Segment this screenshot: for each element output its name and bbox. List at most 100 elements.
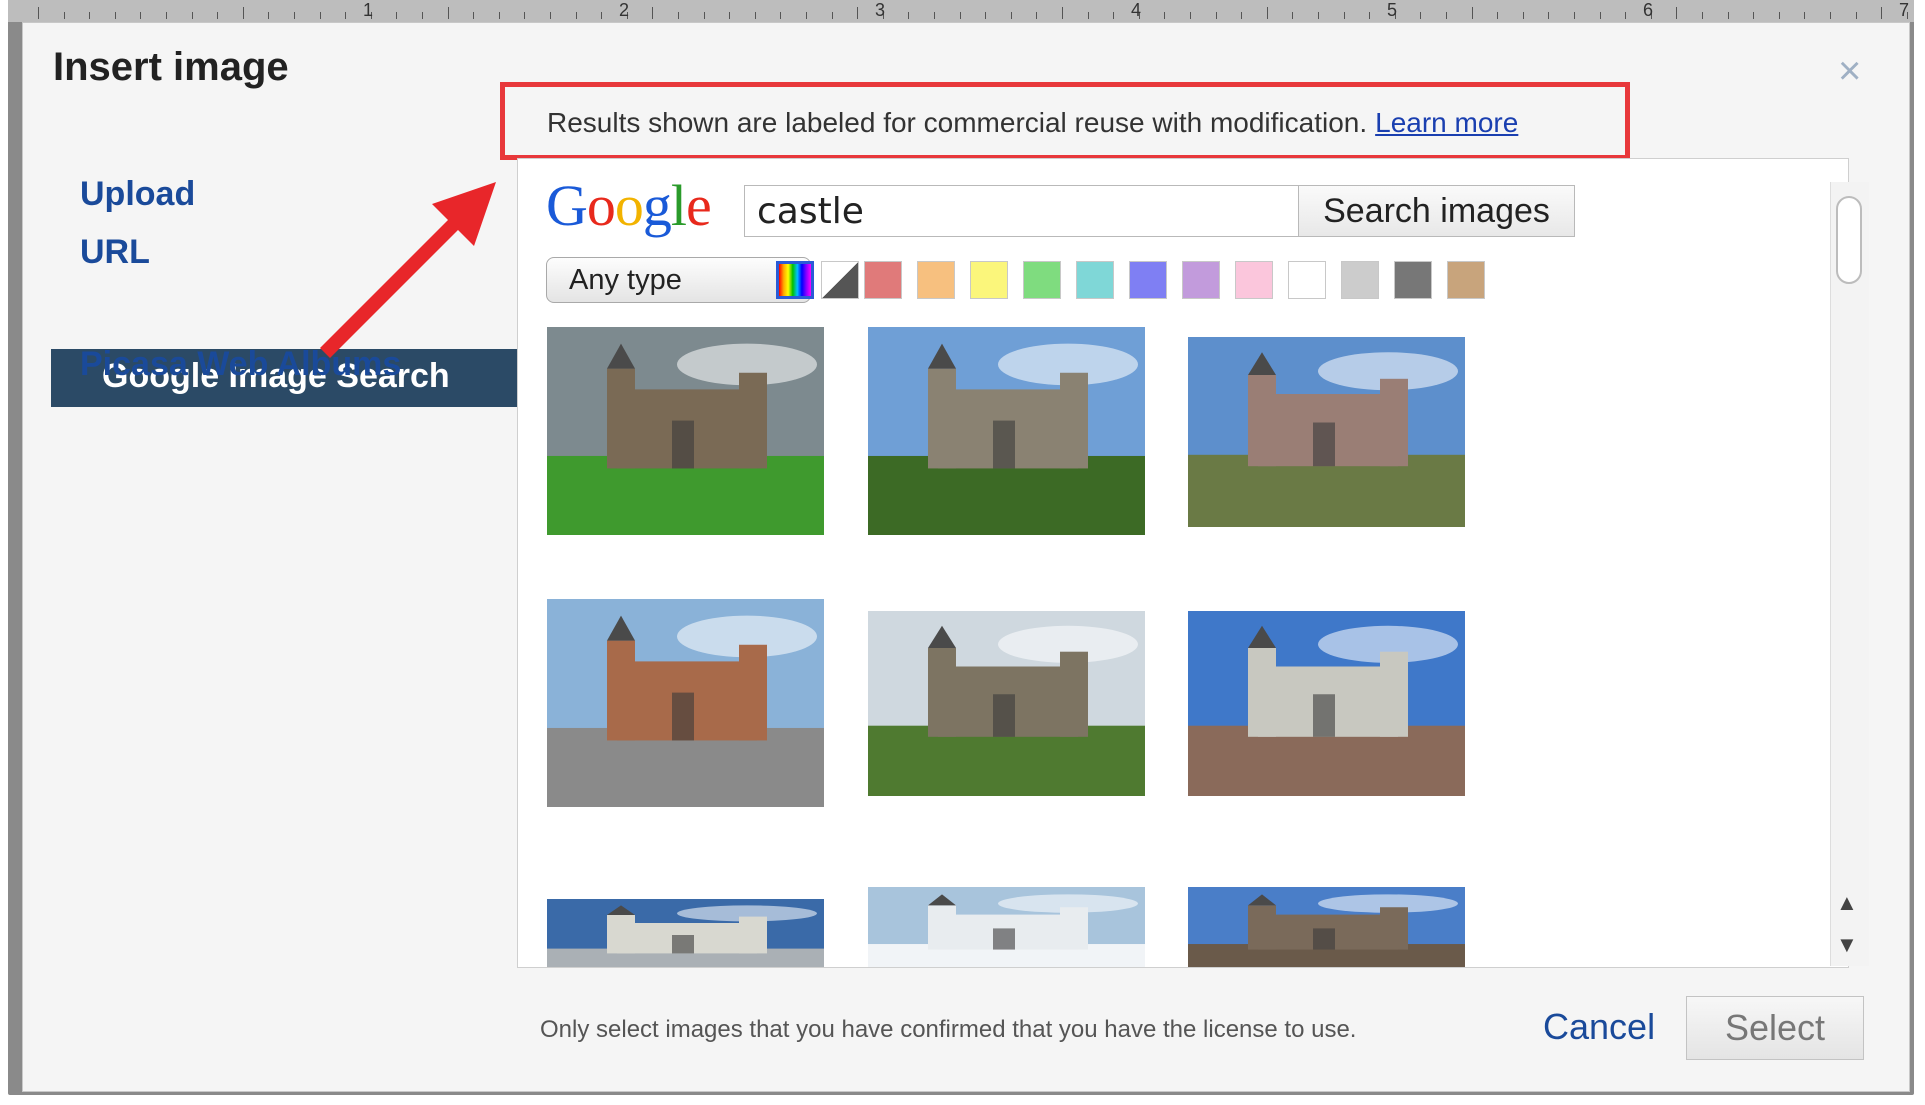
ruler-tick (1676, 7, 1678, 19)
ruler-tick (780, 12, 782, 19)
castle-result-8[interactable] (868, 887, 1145, 967)
ruler-tick (1369, 12, 1371, 19)
color-filter-swatch[interactable] (1182, 261, 1220, 299)
ruler-number: 5 (1387, 0, 1398, 20)
castle-result-2[interactable] (868, 327, 1145, 535)
google-logo-letter: G (546, 173, 588, 238)
ruler-tick (1625, 12, 1627, 19)
castle-result-4[interactable] (547, 599, 824, 807)
ruler-tick (217, 12, 219, 19)
scroll-up-icon[interactable]: ▲ (1836, 890, 1858, 916)
ruler-tick (1113, 12, 1115, 19)
color-filter-any[interactable] (776, 261, 814, 299)
ruler-tick (294, 12, 295, 19)
color-filter-swatch[interactable] (917, 261, 955, 299)
google-logo-letter: o (586, 173, 616, 238)
ruler-tick (1830, 12, 1831, 19)
ruler-tick (1292, 12, 1294, 19)
license-disclaimer: Only select images that you have confirm… (540, 1016, 1357, 1043)
ruler-tick (1727, 12, 1729, 19)
close-icon[interactable]: × (1838, 51, 1861, 91)
color-filter-black-white[interactable] (821, 261, 859, 299)
ruler-tick (601, 12, 603, 19)
ruler-tick (524, 12, 526, 19)
ruler-tick (652, 7, 654, 19)
ruler-tick (38, 7, 39, 19)
google-logo-letter: e (686, 173, 712, 238)
ruler-tick (1446, 12, 1447, 19)
ruler-number: 7 (1899, 0, 1910, 20)
ruler-tick (729, 12, 731, 19)
image-type-select[interactable]: Any type ▲▼ (546, 257, 811, 303)
ruler-tick (114, 12, 116, 19)
castle-result-6[interactable] (1188, 611, 1465, 796)
scroll-down-icon[interactable]: ▼ (1836, 932, 1858, 958)
ruler-tick (1062, 7, 1063, 19)
castle-result-9[interactable] (1188, 887, 1465, 967)
dialog-title: Insert image (53, 45, 289, 89)
image-search-panel: Google Search images Any type ▲▼ (517, 158, 1849, 968)
color-filter-swatch[interactable] (1023, 261, 1061, 299)
learn-more-link[interactable]: Learn more (1375, 107, 1518, 138)
ruler-tick (857, 7, 859, 19)
ruler-tick (806, 12, 807, 19)
color-filter-swatch[interactable] (1235, 261, 1273, 299)
color-filter-swatch[interactable] (1076, 261, 1114, 299)
ruler-tick (1241, 12, 1243, 19)
castle-thumbnail-image (1188, 337, 1465, 527)
ruler-number: 3 (875, 0, 886, 20)
ruler-tick (678, 12, 679, 19)
castle-result-7[interactable] (547, 899, 824, 967)
color-filter-swatch[interactable] (864, 261, 902, 299)
ruler-tick (422, 12, 423, 19)
sidebar-item-upload[interactable]: Upload (80, 175, 195, 214)
ruler-tick (1036, 12, 1038, 19)
color-filter-swatch[interactable] (1341, 261, 1379, 299)
cancel-button[interactable]: Cancel (1543, 1006, 1655, 1048)
ruler-tick (959, 12, 961, 19)
ruler-tick (1266, 7, 1268, 19)
ruler-number: 2 (619, 0, 630, 20)
notice-text: Results shown are labeled for commercial… (547, 107, 1368, 138)
color-filter-swatch[interactable] (1447, 261, 1485, 299)
castle-result-5[interactable] (868, 611, 1145, 796)
license-notice: Results shown are labeled for commercial… (500, 82, 1630, 160)
ruler-tick (831, 12, 833, 19)
ruler-number: 6 (1643, 0, 1654, 20)
color-filter-swatch[interactable] (1288, 261, 1326, 299)
ruler-tick (1318, 12, 1319, 19)
google-logo: Google (546, 177, 712, 235)
ruler-tick (1881, 7, 1883, 19)
annotation-arrow-icon (320, 182, 496, 358)
castle-thumbnail-image (1188, 887, 1465, 967)
castle-thumbnail-image (1188, 611, 1465, 796)
ruler-tick (1522, 12, 1524, 19)
color-filter-swatch[interactable] (970, 261, 1008, 299)
ruler-tick (1471, 7, 1473, 19)
ruler-tick (268, 12, 270, 19)
search-images-button[interactable]: Search images (1298, 185, 1575, 237)
google-logo-letter: g (642, 173, 672, 238)
ruler-tick (754, 12, 756, 19)
sidebar-item-url[interactable]: URL (80, 233, 150, 272)
ruler-tick (1215, 12, 1217, 19)
scrollbar-thumb[interactable] (1836, 196, 1862, 284)
color-filter-swatch[interactable] (1394, 261, 1432, 299)
google-logo-letter: l (670, 173, 687, 238)
ruler-tick (1497, 12, 1499, 19)
color-filter-swatch[interactable] (1129, 261, 1167, 299)
ruler-tick (1010, 12, 1012, 19)
castle-result-3[interactable] (1188, 337, 1465, 527)
castle-result-1[interactable] (547, 327, 824, 535)
ruler-number: 1 (363, 0, 374, 20)
castle-thumbnail-image (868, 887, 1145, 967)
ruler-tick (1778, 12, 1780, 19)
search-input[interactable] (744, 185, 1299, 237)
select-button[interactable]: Select (1686, 996, 1864, 1060)
castle-thumbnail-image (868, 327, 1145, 535)
ruler-tick (1343, 12, 1345, 19)
castle-thumbnail-image (868, 611, 1145, 796)
ruler-tick (1855, 12, 1857, 19)
ruler-tick (396, 12, 398, 19)
results-scrollbar[interactable] (1830, 182, 1869, 966)
